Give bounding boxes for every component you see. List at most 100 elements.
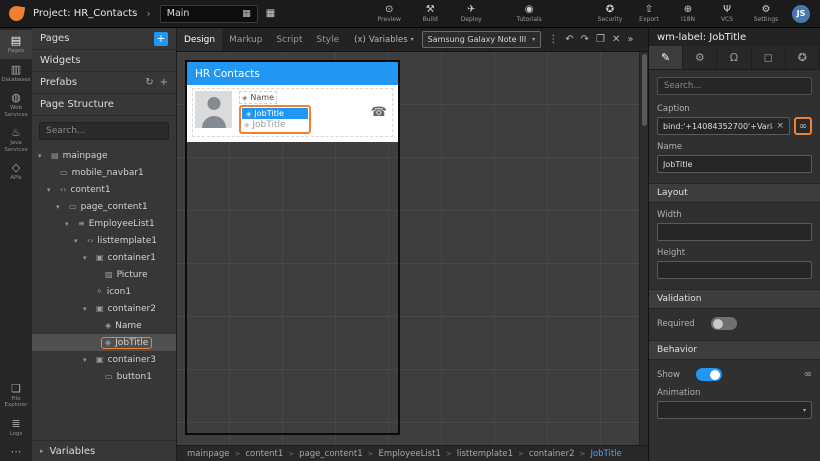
breadcrumb-item-jobtitle[interactable]: JobTitle xyxy=(590,449,621,459)
rail-item-databases[interactable]: ▥ Databases xyxy=(0,59,32,88)
device-select[interactable]: Samsung Galaxy Note III ▾ xyxy=(421,31,542,48)
chevron-down-icon[interactable]: ▾ xyxy=(38,152,47,160)
wavemaker-logo-icon[interactable] xyxy=(7,4,26,23)
dashboard-grid-icon[interactable]: ▦ xyxy=(266,8,275,19)
i18n-button[interactable]: ⊕ I18N xyxy=(674,4,702,23)
properties-search-input[interactable] xyxy=(657,77,812,95)
tab-security[interactable]: ✪ xyxy=(786,46,820,69)
jobtitle-label-widget[interactable]: ◈ JobTitle xyxy=(242,119,308,131)
rail-item-apis[interactable]: ◇ APIs xyxy=(0,157,32,186)
tab-messages[interactable]: ◻ xyxy=(752,46,786,69)
chevron-down-icon[interactable]: ▾ xyxy=(83,356,92,364)
breadcrumb-item-mainpage[interactable]: mainpage xyxy=(187,449,229,459)
rail-item-logs[interactable]: ≣ Logs xyxy=(0,413,32,442)
selected-widget-tag[interactable]: ◈ JobTitle xyxy=(242,108,308,119)
layout-section-header[interactable]: Layout xyxy=(649,183,820,203)
chevron-right-icon[interactable]: › xyxy=(146,7,150,20)
tab-properties[interactable]: ✎ xyxy=(649,46,684,69)
tree-item-jobtitle[interactable]: ◈ JobTitle xyxy=(32,334,176,351)
rail-item-pages[interactable]: ▤ Pages xyxy=(0,30,32,59)
settings-button[interactable]: ⚙ Settings xyxy=(752,4,780,23)
rail-item-java-services[interactable]: ♨ Java Services xyxy=(0,122,32,157)
sidebar-section-prefabs[interactable]: Prefabs ↻ + xyxy=(32,72,176,94)
mobile-navbar-widget[interactable]: HR Contacts xyxy=(187,62,398,85)
page-selector[interactable]: Main ▦ xyxy=(159,4,258,23)
chevron-down-icon[interactable]: ▾ xyxy=(56,203,65,211)
tree-item-container2[interactable]: ▾ ▣ container2 xyxy=(32,300,176,317)
sidebar-section-page-structure[interactable]: Page Structure xyxy=(32,94,176,116)
rail-item-more[interactable]: ⋯ xyxy=(0,441,32,461)
breadcrumb-item-listtemplate1[interactable]: listtemplate1 xyxy=(457,449,513,459)
tree-item-icon1[interactable]: ✧ icon1 xyxy=(32,283,176,300)
collapse-panel-icon[interactable]: » xyxy=(627,34,633,45)
bind-property-button[interactable]: ∞ xyxy=(794,117,812,135)
employee-list-widget[interactable]: ◈ Name ◈ JobTitle ◈ JobTitle ☎ xyxy=(187,85,398,142)
validation-section-header[interactable]: Validation xyxy=(649,289,820,309)
tab-markup[interactable]: Markup xyxy=(222,28,269,51)
tree-item-container1[interactable]: ▾ ▣ container1 xyxy=(32,249,176,266)
vcs-button[interactable]: Ψ VCS xyxy=(713,4,741,23)
tree-item-container3[interactable]: ▾ ▣ container3 xyxy=(32,351,176,368)
tree-item-listtemplate1[interactable]: ▾ ‹› listtemplate1 xyxy=(32,232,176,249)
redo-icon[interactable]: ↷ xyxy=(581,34,589,45)
build-button[interactable]: ⚒ Build xyxy=(416,4,444,23)
tree-item-name[interactable]: ◈ Name xyxy=(32,317,176,334)
scrollbar-thumb[interactable] xyxy=(641,54,647,126)
tree-item-mobile_navbar1[interactable]: ▭ mobile_navbar1 xyxy=(32,164,176,181)
sidebar-section-pages[interactable]: Pages + xyxy=(32,28,176,50)
name-label-widget[interactable]: ◈ Name xyxy=(239,91,277,104)
tab-design[interactable]: Design xyxy=(177,28,223,51)
tutorials-button[interactable]: ◉ Tutorials xyxy=(515,4,543,23)
undo-icon[interactable]: ↶ xyxy=(565,34,573,45)
chevron-down-icon[interactable]: ▾ xyxy=(65,220,74,228)
tree-item-employeelist1[interactable]: ▾ ≡ EmployeeList1 xyxy=(32,215,176,232)
avatar[interactable]: JS xyxy=(792,4,810,23)
tree-item-page_content1[interactable]: ▾ ▭ page_content1 xyxy=(32,198,176,215)
preview-button[interactable]: ⊙ Preview xyxy=(375,4,403,23)
chevron-down-icon[interactable]: ▾ xyxy=(74,237,83,245)
add-page-button[interactable]: + xyxy=(154,31,168,46)
chevron-down-icon[interactable]: ▾ xyxy=(47,186,56,194)
tree-item-button1[interactable]: ▭ button1 xyxy=(32,368,176,385)
breadcrumb-item-employeelist1[interactable]: EmployeeList1 xyxy=(378,449,440,459)
breadcrumb-item-content1[interactable]: content1 xyxy=(245,449,283,459)
breadcrumb-item-page_content1[interactable]: page_content1 xyxy=(299,449,362,459)
tab-style[interactable]: Style xyxy=(310,28,347,51)
canvas-scrollbar[interactable] xyxy=(639,52,648,445)
tab-script[interactable]: Script xyxy=(269,28,309,51)
sidebar-section-widgets[interactable]: Widgets xyxy=(32,50,176,72)
clear-icon[interactable]: × xyxy=(776,121,784,131)
tab-styles[interactable]: ⚙ xyxy=(683,46,718,69)
structure-search-input[interactable] xyxy=(39,122,169,140)
height-input[interactable] xyxy=(663,265,806,275)
deploy-button[interactable]: ✈ Deploy xyxy=(457,4,485,23)
variables-button[interactable]: (x) Variables ▾ xyxy=(354,35,414,45)
required-toggle[interactable] xyxy=(710,317,737,330)
caption-input[interactable] xyxy=(663,121,774,131)
copy-icon[interactable]: ❐ xyxy=(596,34,605,45)
breadcrumb-item-container2[interactable]: container2 xyxy=(529,449,575,459)
show-toggle[interactable] xyxy=(695,368,722,381)
more-options-icon[interactable]: ⋮ xyxy=(548,34,558,45)
security-button[interactable]: ✪ Security xyxy=(596,4,624,23)
width-input[interactable] xyxy=(663,227,806,237)
bind-show-icon[interactable]: ∞ xyxy=(804,369,812,380)
export-button[interactable]: ⇧ Export xyxy=(635,4,663,23)
variables-section[interactable]: ▸ Variables xyxy=(32,440,176,461)
refresh-icon[interactable]: ↻ xyxy=(145,77,153,88)
behavior-section-header[interactable]: Behavior xyxy=(649,340,820,360)
list-item-template[interactable]: ◈ Name ◈ JobTitle ◈ JobTitle ☎ xyxy=(192,88,393,137)
design-canvas[interactable]: HR Contacts ◈ Name ◈ JobTitle ◈ JobTitle… xyxy=(177,52,639,445)
tree-item-mainpage[interactable]: ▾ ▤ mainpage xyxy=(32,147,176,164)
rail-item-web-services[interactable]: ◍ Web Services xyxy=(0,87,32,122)
tree-item-content1[interactable]: ▾ ‹› content1 xyxy=(32,181,176,198)
tab-events[interactable]: Ω xyxy=(717,46,752,69)
add-prefab-button[interactable]: + xyxy=(160,77,168,88)
animation-select[interactable]: ▾ xyxy=(657,401,812,419)
picture-placeholder[interactable] xyxy=(195,91,232,128)
phone-icon[interactable]: ☎ xyxy=(371,105,390,120)
rail-item-file-explorer[interactable]: ❏ File Explorer xyxy=(0,378,32,413)
delete-icon[interactable]: ✕ xyxy=(612,34,620,45)
chevron-down-icon[interactable]: ▾ xyxy=(83,305,92,313)
tree-item-picture[interactable]: ▨ Picture xyxy=(32,266,176,283)
